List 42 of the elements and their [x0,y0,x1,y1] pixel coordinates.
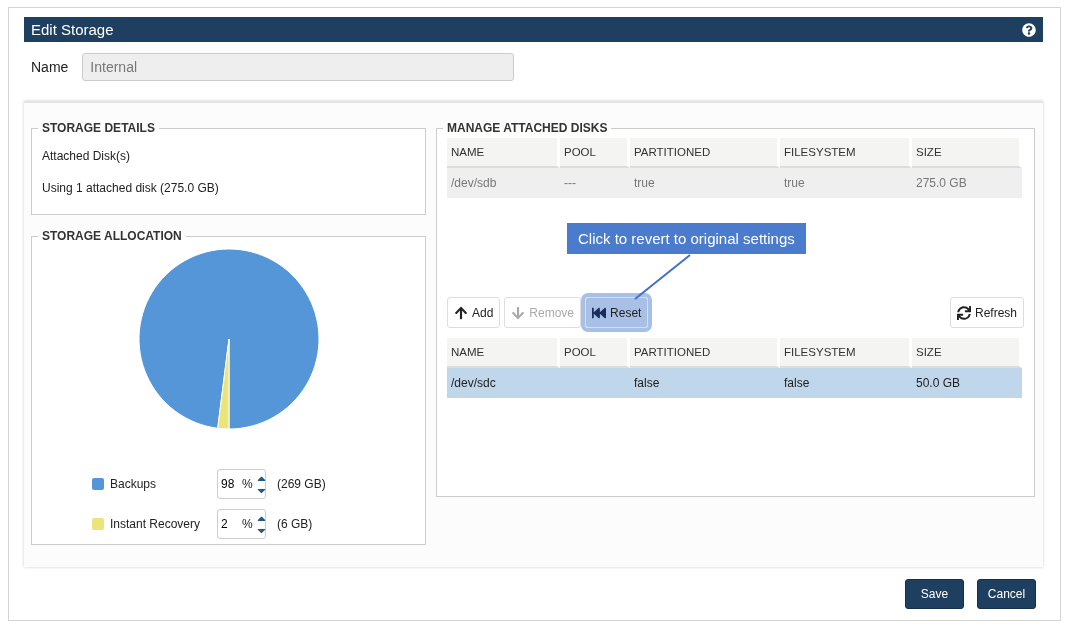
table-cell: 50.0 GB [912,368,1022,398]
field-label: Name [31,59,69,75]
table-cell: false [630,368,780,398]
details-text: Using 1 attached disk (275.0 GB) [42,181,220,195]
tooltip-callout: Click to revert to original settings [567,223,806,254]
column-header: SIZE [912,338,1022,368]
size-reading: (269 GB) [277,477,326,491]
arrow-down-icon [511,305,526,320]
column-header: POOL [560,138,630,168]
rewind-icon [592,305,607,320]
table-cell: true [630,168,780,198]
column-header: FILESYSTEM [780,138,912,168]
refresh-button[interactable]: Refresh [949,297,1024,328]
column-header: PARTITIONED [630,338,780,368]
table-cell: /dev/sdb [447,168,560,198]
column-header: NAME [447,138,560,168]
legend-label: Instant Recovery [110,517,202,531]
table-cell: true [780,168,912,198]
table-cell: false [780,368,912,398]
column-header: SIZE [912,138,1022,168]
save-button[interactable]: Save [905,579,964,609]
section-title: STORAGE DETAILS [41,121,156,135]
section-title: STORAGE ALLOCATION [41,229,183,243]
help-icon[interactable] [1022,22,1036,37]
table-cell: --- [560,168,630,198]
column-header: FILESYSTEM [780,338,912,368]
table-cell: 275.0 GB [912,168,1022,198]
refresh-icon [956,305,971,320]
section-title: MANAGE ATTACHED DISKS [446,121,609,135]
window-title: Edit Storage [31,21,114,38]
arrow-up-icon [454,305,468,320]
leader-line [634,254,691,300]
allocation-section: STORAGE ALLOCATION Backups 98 % (269 GB) Instant Recovery 2 % (6 GB) [31,229,426,545]
add-button[interactable]: Add [447,297,501,328]
column-header: NAME [447,338,560,368]
column-header: PARTITIONED [630,138,780,168]
legend-label: Backups [110,477,158,491]
cancel-button[interactable]: Cancel [977,579,1036,609]
column-header: POOL [560,338,630,368]
details-text: Attached Disk(s) [42,149,132,163]
size-reading: (6 GB) [277,517,313,531]
table-cell: /dev/sdc [447,368,560,398]
